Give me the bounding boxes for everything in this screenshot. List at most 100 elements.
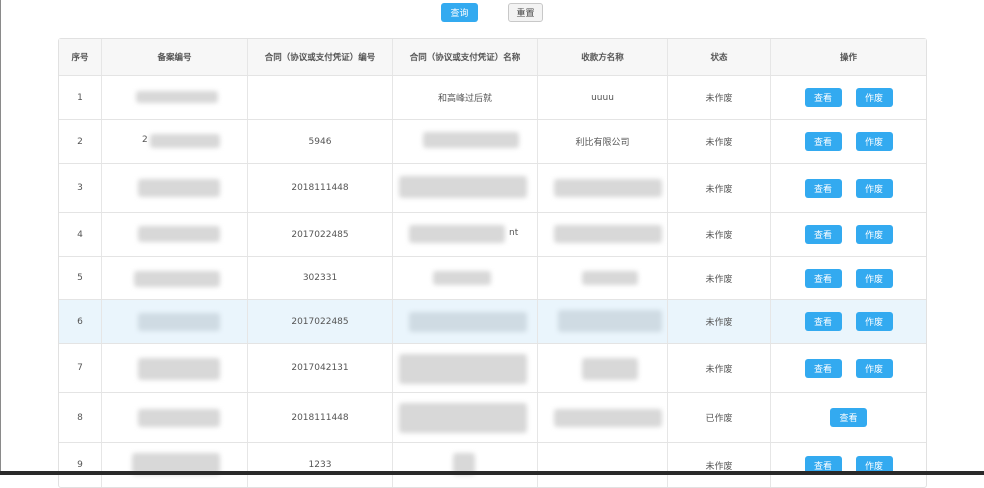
cell-filing-number (102, 300, 248, 343)
table-row[interactable]: 7 2017042131 未作废 查看 作废 (59, 344, 926, 393)
cell-payee-name (538, 257, 668, 299)
cell-contract-number: 5946 (248, 120, 393, 163)
table-row[interactable]: 8 2018111448 已作废 查看 (59, 393, 926, 443)
cell-payee-name (538, 300, 668, 343)
cell-filing-number (102, 443, 248, 487)
search-button[interactable]: 查询 (441, 3, 478, 22)
reset-button[interactable]: 重置 (508, 3, 543, 22)
cell-index: 3 (59, 164, 102, 212)
view-button[interactable]: 查看 (830, 408, 867, 427)
void-button[interactable]: 作废 (855, 88, 893, 107)
redacted-contract-name (409, 225, 505, 243)
void-button[interactable]: 作废 (855, 312, 893, 331)
cell-payee-name (538, 443, 668, 487)
cell-index: 5 (59, 257, 102, 299)
table-header: 序号 备案编号 合同（协议或支付凭证）编号 合同（协议或支付凭证）名称 收款方名… (59, 39, 926, 76)
cell-contract-name (393, 300, 538, 343)
view-button[interactable]: 查看 (804, 132, 842, 151)
header-contract-number: 合同（协议或支付凭证）编号 (248, 39, 393, 75)
cell-actions: 查看 作废 (771, 257, 926, 299)
cell-status: 未作废 (668, 257, 771, 299)
cell-contract-name: nt (393, 213, 538, 256)
header-index: 序号 (59, 39, 102, 75)
filing-number-text: 2 (142, 135, 148, 145)
cell-payee-name (538, 393, 668, 442)
cell-actions: 查看 作废 (771, 300, 926, 343)
redacted-payee-name (554, 179, 662, 197)
cell-index: 6 (59, 300, 102, 343)
cell-contract-number: 1233 (248, 443, 393, 487)
table-row[interactable]: 4 2017022485 nt 未作废 查看 作废 (59, 213, 926, 257)
table-row[interactable]: 2 2 5946 利比有限公司 未作废 查看 作废 (59, 120, 926, 164)
cell-filing-number (102, 344, 248, 392)
void-button[interactable]: 作废 (855, 132, 893, 151)
cell-contract-number: 2017022485 (248, 300, 393, 343)
redacted-contract-name (399, 354, 527, 384)
header-actions: 操作 (839, 53, 857, 63)
records-table: 序号 备案编号 合同（协议或支付凭证）编号 合同（协议或支付凭证）名称 收款方名… (58, 38, 927, 488)
redacted-contract-name (409, 312, 527, 332)
cell-status: 未作废 (668, 443, 771, 487)
void-button[interactable]: 作废 (855, 358, 893, 378)
cell-filing-number (102, 213, 248, 256)
redacted-contract-name (433, 271, 491, 285)
window-bottom-edge (0, 471, 984, 475)
cell-status: 未作废 (668, 164, 771, 212)
cell-filing-number: 2 (102, 120, 248, 163)
cell-status: 未作废 (668, 344, 771, 392)
cell-payee-name (538, 213, 668, 256)
cell-payee-name: 利比有限公司 (538, 120, 668, 163)
redacted-payee-name (582, 271, 638, 285)
view-button[interactable]: 查看 (804, 225, 842, 244)
header-payee-name: 收款方名称 (538, 39, 668, 75)
redacted-contract-name (399, 176, 527, 198)
redacted-filing-number (138, 226, 220, 242)
view-button[interactable]: 查看 (804, 88, 842, 107)
cell-index: 9 (59, 443, 102, 487)
view-button[interactable]: 查看 (804, 268, 842, 288)
view-button[interactable]: 查看 (804, 358, 842, 378)
redacted-contract-name (399, 403, 527, 433)
cell-contract-name (393, 164, 538, 212)
cell-index: 4 (59, 213, 102, 256)
cell-status: 未作废 (668, 76, 771, 119)
cell-filing-number (102, 393, 248, 442)
cell-actions: 查看 作废 (771, 76, 926, 119)
table-row[interactable]: 3 2018111448 未作废 查看 作废 (59, 164, 926, 213)
cell-actions: 查看 作废 (771, 443, 926, 487)
view-button[interactable]: 查看 (804, 312, 842, 331)
table-row-selected[interactable]: 6 2017022485 未作废 查看 作废 (59, 300, 926, 344)
void-button[interactable]: 作废 (855, 178, 893, 198)
cell-contract-number: 2018111448 (248, 393, 393, 442)
cell-filing-number (102, 76, 248, 119)
redacted-payee-name (558, 310, 662, 332)
header-contract-name: 合同（协议或支付凭证）名称 (393, 39, 538, 75)
redacted-filing-number (138, 179, 220, 197)
table-row[interactable]: 9 1233 未作废 查看 作废 (59, 443, 926, 487)
cell-contract-name: 和高峰过后就 (393, 76, 538, 119)
cell-contract-name (393, 393, 538, 442)
cell-filing-number (102, 164, 248, 212)
window-left-edge (0, 0, 1, 475)
cell-index: 1 (59, 76, 102, 119)
view-button[interactable]: 查看 (804, 178, 842, 198)
cell-contract-number: 302331 (248, 257, 393, 299)
cell-actions: 查看 作废 (771, 164, 926, 212)
cell-status: 未作废 (668, 120, 771, 163)
table-row[interactable]: 5 302331 未作废 查看 作废 (59, 257, 926, 300)
void-button[interactable]: 作废 (855, 225, 893, 244)
cell-filing-number (102, 257, 248, 299)
header-filing-number: 备案编号 (102, 39, 248, 75)
table-row[interactable]: 1 和高峰过后就 uuuu 未作废 查看 作废 (59, 76, 926, 120)
cell-actions: 查看 作废 (771, 120, 926, 163)
cell-status: 已作废 (668, 393, 771, 442)
redacted-filing-number (138, 358, 220, 380)
redacted-payee-name (554, 225, 662, 243)
cell-actions: 查看 作废 (771, 213, 926, 256)
cell-payee-name (538, 344, 668, 392)
void-button[interactable]: 作废 (855, 268, 893, 288)
contract-name-suffix: nt (509, 228, 519, 238)
cell-contract-number: 2017022485 (248, 213, 393, 256)
cell-contract-name (393, 257, 538, 299)
cell-status: 未作废 (668, 300, 771, 343)
